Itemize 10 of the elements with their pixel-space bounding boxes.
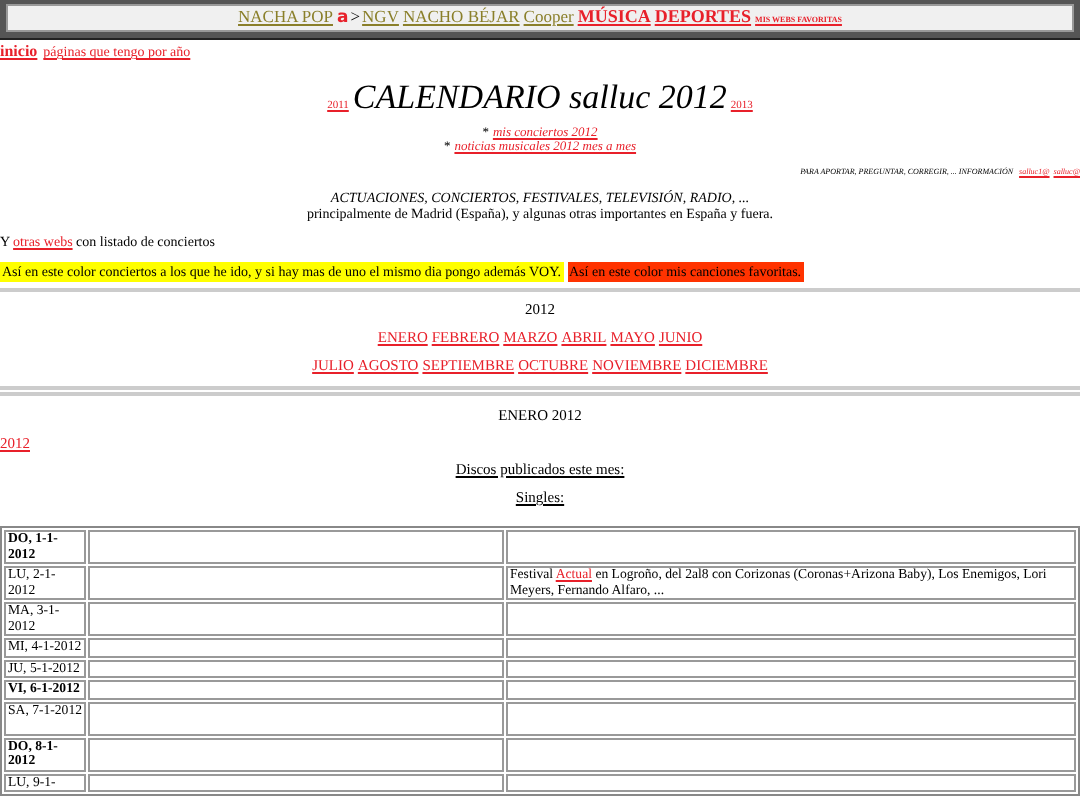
top-bar-link[interactable]: NACHO BÉJAR xyxy=(402,6,520,26)
top-bar-link[interactable]: NGV xyxy=(362,6,399,26)
separator-text: > xyxy=(350,6,361,26)
top-bar-link[interactable]: DEPORTES xyxy=(654,6,752,26)
top-bar-link[interactable]: NACHA POP xyxy=(238,6,333,26)
nav-link[interactable]: inicio xyxy=(0,42,38,60)
top-bar-link[interactable]: MÚSICA xyxy=(577,6,651,26)
top-bar-link[interactable]: Cooper xyxy=(523,6,574,26)
top-bar-link[interactable]: a xyxy=(337,8,349,28)
page-title: CALENDARIO salluc 2012 xyxy=(352,78,727,116)
